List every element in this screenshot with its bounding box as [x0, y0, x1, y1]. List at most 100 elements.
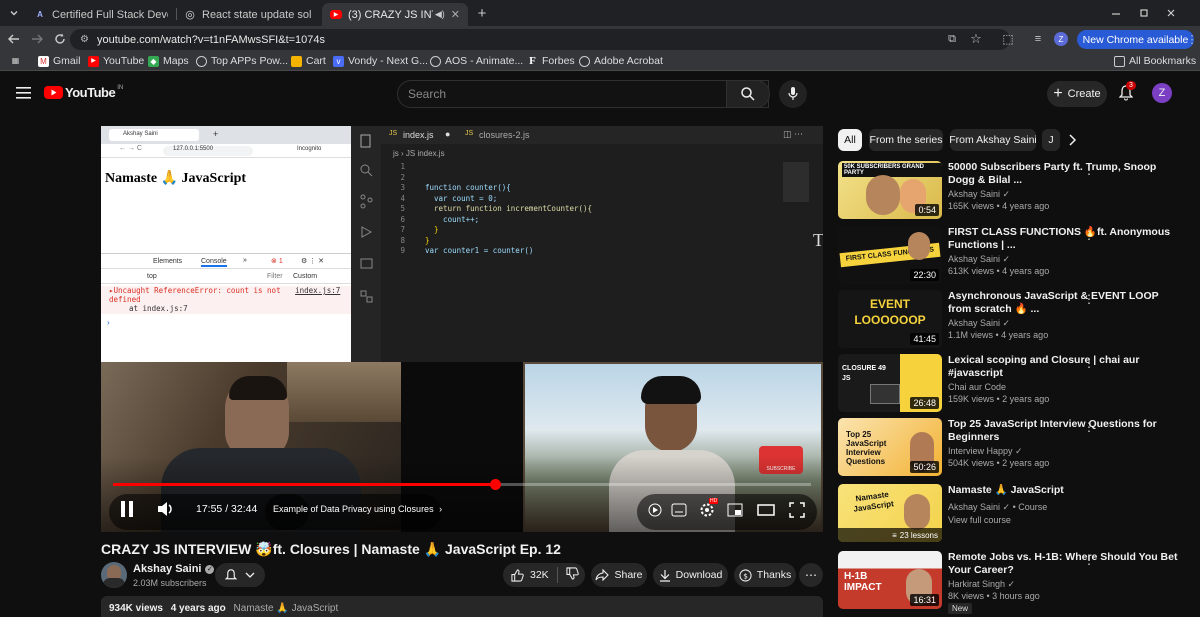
bookmark-youtube[interactable]: ▶ YouTube [88, 55, 144, 67]
chrome-menu-icon[interactable]: ⋮ [1184, 31, 1200, 47]
rec-channel[interactable]: Akshay Saini ✓ [948, 189, 1010, 200]
site-info-icon[interactable]: ⚙ [80, 34, 89, 45]
more-vertical-icon[interactable]: ⋮ [1083, 356, 1095, 370]
close-window-icon[interactable] [1163, 5, 1179, 21]
bookmark-gmail[interactable]: M Gmail [38, 55, 80, 67]
browser-tab-1[interactable]: A Certified Full Stack Deve [26, 3, 176, 26]
rec-channel[interactable]: Akshay Saini ✓ [948, 318, 1010, 329]
chips-next-button[interactable] [1068, 133, 1078, 152]
rec-channel[interactable]: Harkirat Singh ✓ [948, 579, 1015, 590]
settings-button[interactable]: HD [699, 498, 719, 523]
restore-icon[interactable] [1136, 5, 1152, 21]
recommended-video-7[interactable]: H-1B IMPACT 16:31 Remote Jobs vs. H-1B: … [838, 551, 1198, 617]
search-input[interactable]: Search [397, 80, 769, 108]
progress-bar[interactable] [113, 479, 811, 490]
dislike-button[interactable] [566, 567, 579, 583]
channel-avatar[interactable] [101, 562, 127, 588]
extensions-icon[interactable]: ⬚ [1000, 31, 1016, 47]
bookmark-vondy[interactable]: v Vondy - Next G... [333, 55, 428, 67]
theater-mode-button[interactable] [757, 503, 775, 522]
more-vertical-icon[interactable]: ⋮ [1083, 163, 1095, 177]
fullscreen-button[interactable] [789, 502, 805, 523]
tab-search-icon[interactable] [6, 5, 22, 21]
chip-from-akshay-saini[interactable]: From Akshay Saini [950, 129, 1036, 151]
profile-avatar[interactable]: Z [1054, 32, 1068, 46]
rec-channel[interactable]: Interview Happy ✓ [948, 446, 1023, 457]
pause-button[interactable] [119, 500, 135, 523]
voice-search-button[interactable] [779, 80, 807, 108]
rec-title[interactable]: Remote Jobs vs. H-1B: Where Should You B… [948, 551, 1178, 577]
rec-channel[interactable]: Akshay Saini ✓ • Course [948, 502, 1047, 513]
subscribed-bell-button[interactable] [215, 563, 265, 587]
bookmark-forbes[interactable]: F Forbes [527, 55, 575, 67]
rec-title[interactable]: 50000 Subscribers Party ft. Trump, Snoop… [948, 161, 1178, 187]
progress-scrubber[interactable] [489, 479, 501, 490]
more-vertical-icon[interactable]: ⋮ [1083, 420, 1095, 434]
reload-icon[interactable] [52, 31, 68, 47]
minimize-icon[interactable] [1108, 5, 1124, 21]
video-thumbnail[interactable]: CLOSURE 49 JS 26:48 [838, 354, 942, 412]
more-vertical-icon[interactable]: ⋮ [1083, 553, 1095, 567]
install-app-icon[interactable]: ⧉ [944, 31, 960, 47]
download-button[interactable]: Download [653, 563, 728, 587]
share-button[interactable]: Share [591, 563, 647, 587]
bookmark-aos[interactable]: AOS - Animate... [430, 55, 523, 67]
all-bookmarks[interactable]: All Bookmarks [1114, 55, 1196, 67]
channel-name[interactable]: Akshay Saini ✓ [133, 563, 215, 575]
notifications-button[interactable]: 3 [1118, 81, 1136, 106]
chapter-button[interactable]: Example of Data Privacy using Closures › [273, 504, 442, 514]
chip-from-the-series[interactable]: From the series [869, 129, 943, 151]
more-vertical-icon[interactable]: ⋮ [1083, 228, 1095, 242]
description-box[interactable]: 934K views 4 years ago Namaste 🙏 JavaScr… [101, 596, 823, 617]
forward-icon[interactable] [29, 31, 45, 47]
browser-tab-2[interactable]: ◎ React state update soluti [176, 3, 320, 26]
rec-title[interactable]: Lexical scoping and Closure | chai aur #… [948, 354, 1178, 380]
youtube-logo[interactable]: YouTube IN [44, 85, 123, 100]
media-controls-icon[interactable]: ≡ [1030, 31, 1046, 47]
video-thumbnail[interactable]: Top 25 JavaScript Interview Questions 50… [838, 418, 942, 476]
recommended-video-1[interactable]: 50K SUBSCRIBERS GRAND PARTY 0:54 50000 S… [838, 161, 1198, 219]
miniplayer-button[interactable] [727, 503, 743, 522]
rec-title[interactable]: Namaste 🙏 JavaScript [948, 484, 1178, 497]
rec-title[interactable]: FIRST CLASS FUNCTIONS 🔥ft. Anonymous Fun… [948, 226, 1178, 252]
address-bar[interactable]: ⚙ youtube.com/watch?v=t1nFAMwsSFI&t=1074… [70, 29, 1010, 50]
search-button[interactable] [726, 80, 770, 108]
apps-grid-icon[interactable]: ▦ [10, 55, 25, 66]
more-actions-button[interactable]: ⋯ [799, 563, 823, 587]
view-full-course-link[interactable]: View full course [948, 515, 1011, 525]
account-avatar[interactable]: Z [1152, 83, 1172, 103]
autoplay-toggle[interactable] [647, 503, 663, 522]
new-chrome-available-button[interactable]: New Chrome available [1077, 30, 1194, 49]
chip-all[interactable]: All [838, 129, 862, 151]
bookmark-star-icon[interactable]: ☆ [968, 31, 984, 47]
back-icon[interactable] [6, 31, 22, 47]
video-thumbnail[interactable]: FIRST CLASS FUNCTIONS 22:30 [838, 226, 942, 284]
like-button[interactable]: 32K [511, 568, 549, 582]
hamburger-menu-icon[interactable] [16, 86, 31, 104]
bookmark-cart[interactable]: Cart [291, 55, 326, 67]
video-thumbnail[interactable]: EVENT LOOOOOOP 41:45 [838, 290, 942, 348]
playlist-thumbnail[interactable]: Namaste JavaScript ≡ 23 lessons [838, 484, 942, 542]
chip-javascript[interactable]: J [1042, 129, 1060, 151]
volume-button[interactable] [157, 501, 175, 522]
thanks-button[interactable]: $ Thanks [734, 563, 796, 587]
recommended-video-2[interactable]: FIRST CLASS FUNCTIONS 22:30 FIRST CLASS … [838, 226, 1198, 284]
subtitles-button[interactable] [671, 503, 687, 522]
recommended-video-3[interactable]: EVENT LOOOOOOP 41:45 Asynchronous JavaSc… [838, 290, 1198, 348]
recommended-video-4[interactable]: CLOSURE 49 JS 26:48 Lexical scoping and … [838, 354, 1198, 412]
rec-channel[interactable]: Chai aur Code [948, 382, 1006, 392]
more-vertical-icon[interactable]: ⋮ [1083, 292, 1095, 306]
browser-tab-3-active[interactable]: ▶ (3) CRAZY JS INTERVI ◀) ✕ [322, 3, 468, 26]
rec-title[interactable]: Asynchronous JavaScript & EVENT LOOP fro… [948, 290, 1178, 316]
new-tab-icon[interactable]: + [474, 5, 490, 22]
create-button[interactable]: + Create [1047, 81, 1107, 107]
rec-channel[interactable]: Akshay Saini ✓ [948, 254, 1010, 265]
recommended-video-5[interactable]: Top 25 JavaScript Interview Questions 50… [838, 418, 1198, 476]
bookmark-adobe[interactable]: Adobe Acrobat [579, 55, 663, 67]
rec-title[interactable]: Top 25 JavaScript Interview Questions fo… [948, 418, 1178, 444]
video-player[interactable]: Akshay Saini + ← → C 127.0.0.1:5500 Inco… [101, 126, 823, 532]
video-thumbnail[interactable]: H-1B IMPACT 16:31 [838, 551, 942, 609]
speaker-icon[interactable]: ◀) [435, 9, 445, 20]
bookmark-top-apps[interactable]: Top APPs Pow... [196, 55, 288, 67]
video-thumbnail[interactable]: 50K SUBSCRIBERS GRAND PARTY 0:54 [838, 161, 942, 219]
